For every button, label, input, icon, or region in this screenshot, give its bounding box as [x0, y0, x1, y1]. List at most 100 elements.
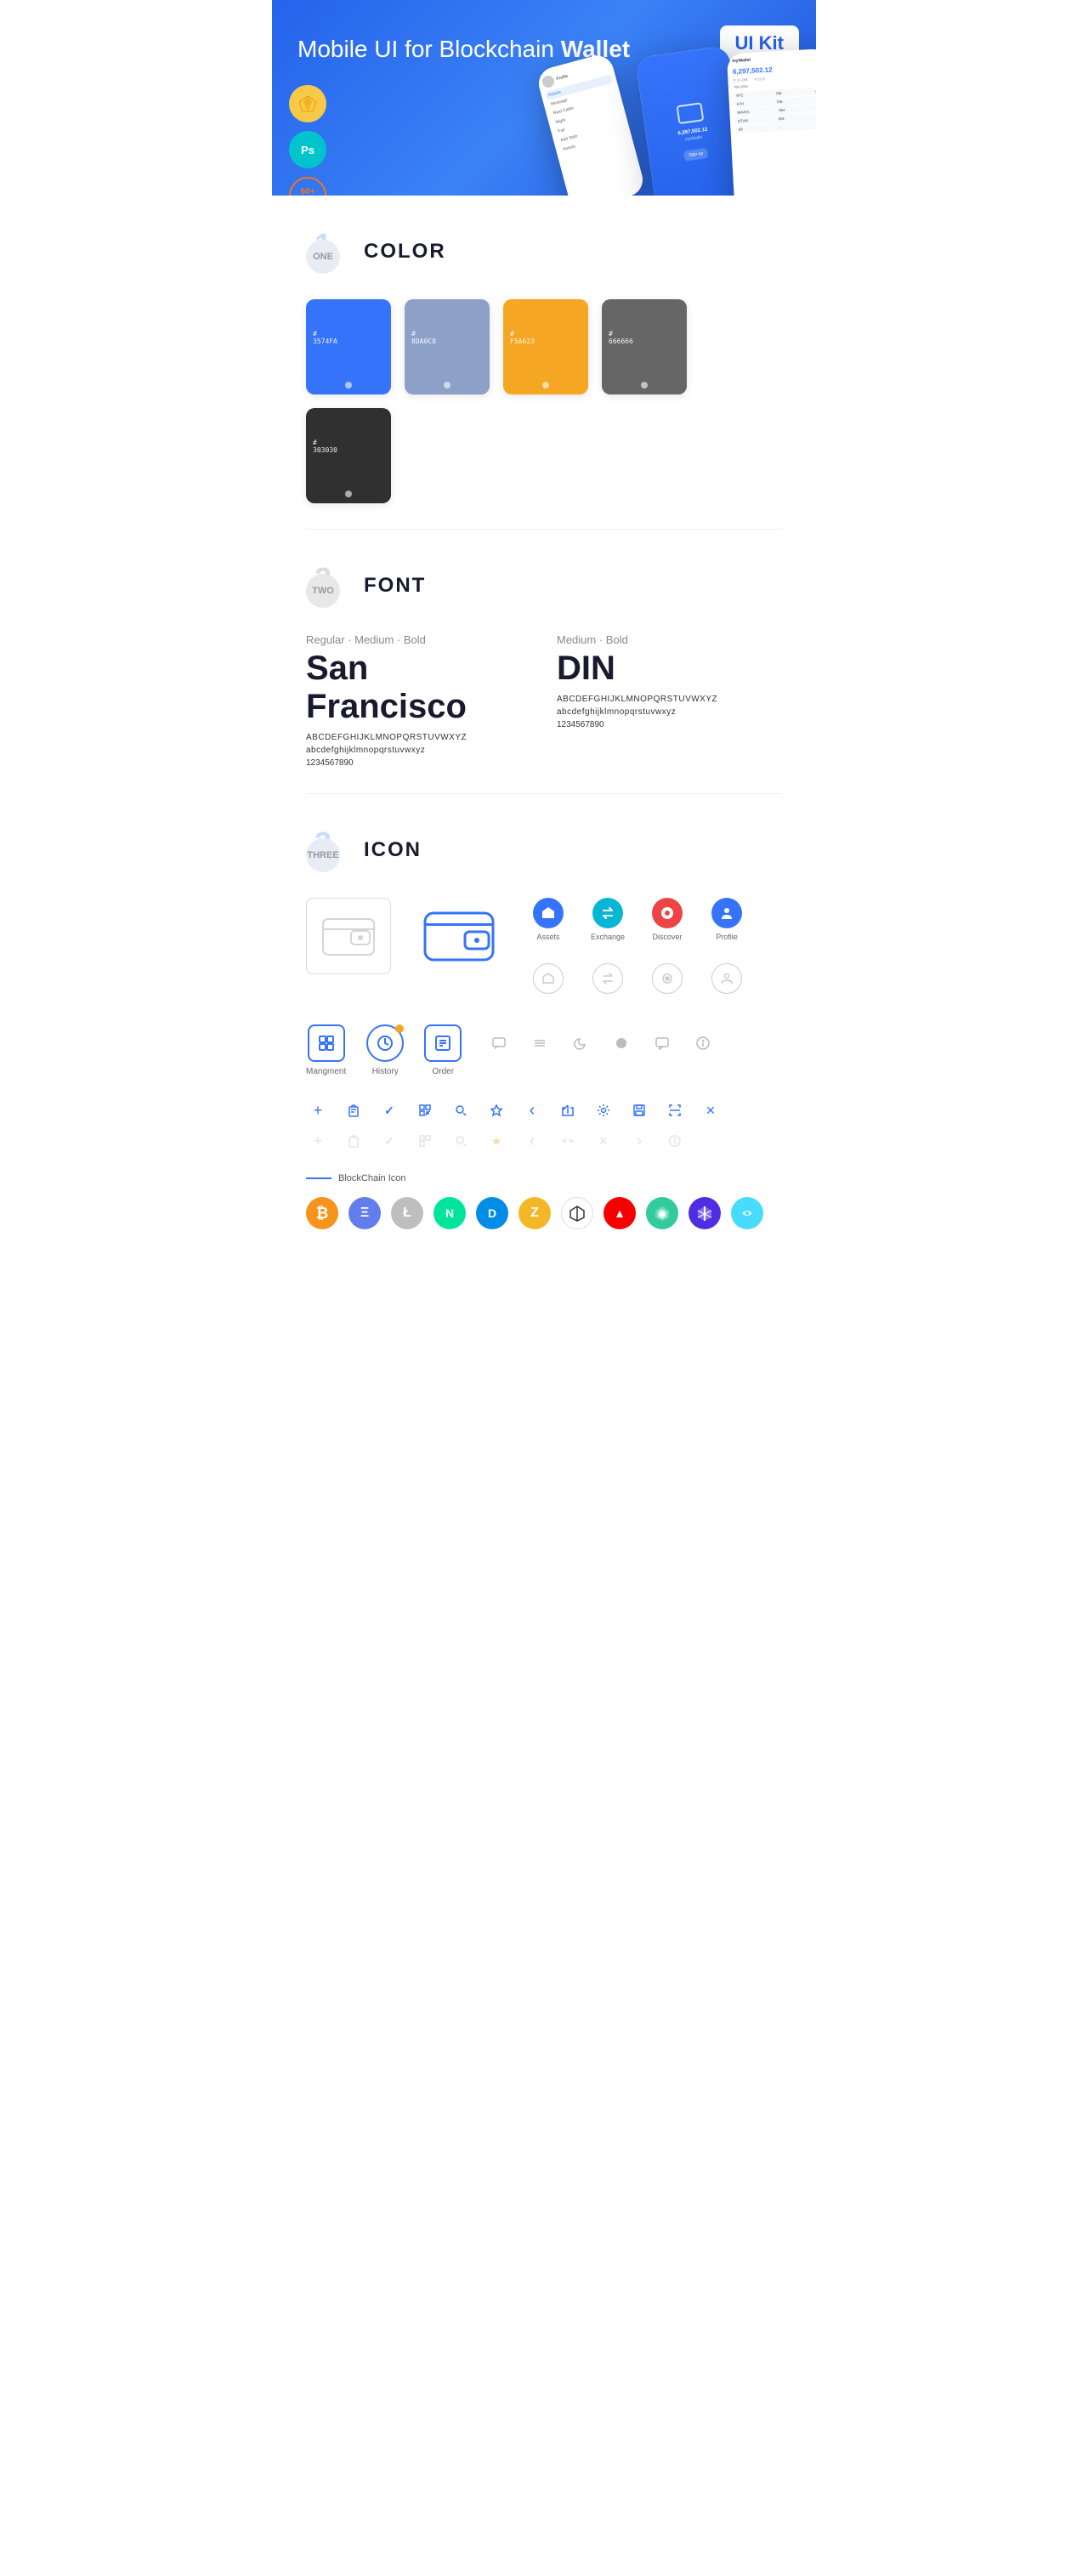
din-uppercase: ABCDEFGHIJKLMNOPQRSTUVWXYZ: [557, 695, 782, 704]
qr-icon[interactable]: [413, 1098, 437, 1122]
nav-icons-outline-row: [527, 963, 748, 994]
ps-badge: Ps: [289, 131, 326, 168]
color-section: 1 ONE COLOR #3574FA #8DA0C8 #F5A623: [272, 196, 816, 529]
icon-section-header: 3 THREE ICON: [306, 828, 782, 872]
order-icon[interactable]: [424, 1024, 462, 1062]
misc-icons-row1: [487, 1031, 715, 1055]
history-icon[interactable]: [366, 1024, 404, 1062]
forward-gray-icon[interactable]: ›: [627, 1129, 651, 1153]
keep-icon[interactable]: [731, 1197, 763, 1229]
neo-icon[interactable]: N: [434, 1197, 466, 1229]
add-icon[interactable]: +: [306, 1098, 330, 1122]
scan-icon[interactable]: [663, 1098, 687, 1122]
blockchain-label-area: BlockChain Icon: [306, 1173, 782, 1183]
font-din: Medium · Bold DIN ABCDEFGHIJKLMNOPQRSTUV…: [557, 633, 782, 768]
color-title: COLOR: [364, 240, 446, 264]
circle-icon[interactable]: [609, 1031, 633, 1055]
nav-icons-group: Assets Exchange: [527, 898, 748, 1007]
font-grid: Regular · Medium · Bold San Francisco AB…: [306, 633, 782, 768]
star-icon[interactable]: [484, 1098, 508, 1122]
add-gray-icon[interactable]: +: [306, 1129, 330, 1153]
profile-outline-icon[interactable]: [711, 963, 742, 994]
sf-label: Regular · Medium · Bold: [306, 633, 531, 646]
hero-badges: Ps 60+ Screens: [289, 85, 326, 196]
share-icon[interactable]: [556, 1098, 580, 1122]
clipboard-icon[interactable]: [342, 1098, 366, 1122]
icon-section: 3 THREE ICON: [272, 794, 816, 1255]
qr-gray-icon[interactable]: [413, 1129, 437, 1153]
wallet-icon-wireframe: [306, 898, 391, 974]
screens-badge: 60+ Screens: [289, 177, 326, 196]
search-icon[interactable]: [449, 1098, 473, 1122]
icon-item-assets: Assets: [527, 898, 570, 941]
x-gray-icon[interactable]: ✕: [592, 1129, 615, 1153]
blockchain-section: BlockChain Icon ₿ Ξ Ł N D Z ▲: [306, 1173, 782, 1229]
misc-icons-area: [487, 1024, 715, 1069]
phone-mockup-3: myWallet + 6,297,502.12 ⟳ 12-298 ⟳ 12,0 …: [727, 48, 816, 196]
info-circle-icon[interactable]: [691, 1031, 715, 1055]
kyber-icon[interactable]: [646, 1197, 678, 1229]
sf-name: San Francisco: [306, 650, 531, 726]
hero-section: Mobile UI for Blockchain Wallet UI Kit P…: [272, 0, 816, 196]
swatch-orange: #F5A623: [503, 299, 588, 394]
color-number-badge: 1 ONE: [306, 230, 350, 274]
clipboard-gray-icon[interactable]: [342, 1129, 366, 1153]
icon-item-discover: Discover: [646, 898, 688, 941]
blockchain-label-text: BlockChain Icon: [338, 1173, 406, 1183]
icon-item-assets-outline: [527, 963, 570, 994]
discover-outline-icon[interactable]: [652, 963, 683, 994]
bitcoin-icon[interactable]: ₿: [306, 1197, 338, 1229]
zcash-icon[interactable]: Z: [518, 1197, 551, 1229]
layers-icon[interactable]: [528, 1031, 552, 1055]
management-icon[interactable]: [308, 1024, 345, 1062]
swatch-dark: #303030: [306, 408, 391, 503]
info-gray-icon[interactable]: [663, 1129, 687, 1153]
exchange-outline-icon[interactable]: [592, 963, 623, 994]
message-square-icon[interactable]: [650, 1031, 674, 1055]
assets-outline-icon[interactable]: [533, 963, 564, 994]
phone-mockup-1: Profile Assets Message Raid Cattle Night…: [536, 52, 647, 196]
nav-icons-filled-row: Assets Exchange: [527, 898, 748, 941]
font-section-header: 2 TWO FONT: [306, 564, 782, 608]
iota-icon[interactable]: [561, 1197, 593, 1229]
icon-number-badge: 3 THREE: [306, 828, 350, 872]
save-icon[interactable]: [627, 1098, 651, 1122]
back-icon[interactable]: ‹: [520, 1098, 544, 1122]
ethereum-icon[interactable]: Ξ: [348, 1197, 381, 1229]
exchange-icon[interactable]: [592, 898, 623, 928]
litecoin-icon[interactable]: Ł: [391, 1197, 423, 1229]
blockchain-line-decoration: [306, 1177, 332, 1179]
assets-icon[interactable]: [533, 898, 564, 928]
icon-item-profile-outline: [706, 963, 748, 994]
icon-title: ICON: [364, 838, 422, 862]
close-icon[interactable]: ✕: [699, 1098, 722, 1122]
sketch-badge: [289, 85, 326, 122]
discover-icon[interactable]: [652, 898, 683, 928]
color-swatches: #3574FA #8DA0C8 #F5A623 #666666 #303030: [306, 299, 782, 503]
icon-item-exchange: Exchange: [586, 898, 629, 941]
icon-tabs-row: Mangment History: [306, 1024, 462, 1076]
moon-icon[interactable]: [569, 1031, 592, 1055]
phones-area: Profile Assets Message Raid Cattle Night…: [476, 34, 816, 196]
profile-icon[interactable]: [711, 898, 742, 928]
sf-lowercase: abcdefghijklmnopqrstuvwxyz: [306, 746, 531, 755]
font-number-badge: 2 TWO: [306, 564, 350, 608]
arrows-icon[interactable]: [556, 1129, 580, 1153]
tab-icons-area: Mangment History: [306, 1024, 782, 1085]
back-gray-icon[interactable]: ‹: [520, 1129, 544, 1153]
check-gray-icon[interactable]: ✓: [377, 1129, 401, 1153]
star-filled-icon[interactable]: ★: [484, 1129, 508, 1153]
ark-icon[interactable]: ▲: [604, 1197, 636, 1229]
crypto-icons-row: ₿ Ξ Ł N D Z ▲: [306, 1197, 782, 1229]
font-sf: Regular · Medium · Bold San Francisco AB…: [306, 633, 531, 768]
din-name: DIN: [557, 650, 782, 688]
swatch-gray: #666666: [602, 299, 687, 394]
font-title: FONT: [364, 574, 426, 598]
dash-icon[interactable]: D: [476, 1197, 508, 1229]
check-icon[interactable]: ✓: [377, 1098, 401, 1122]
band-icon[interactable]: [688, 1197, 721, 1229]
chat-icon[interactable]: [487, 1031, 511, 1055]
search-gray-icon[interactable]: [449, 1129, 473, 1153]
gear-icon[interactable]: [592, 1098, 615, 1122]
color-section-header: 1 ONE COLOR: [306, 230, 782, 274]
